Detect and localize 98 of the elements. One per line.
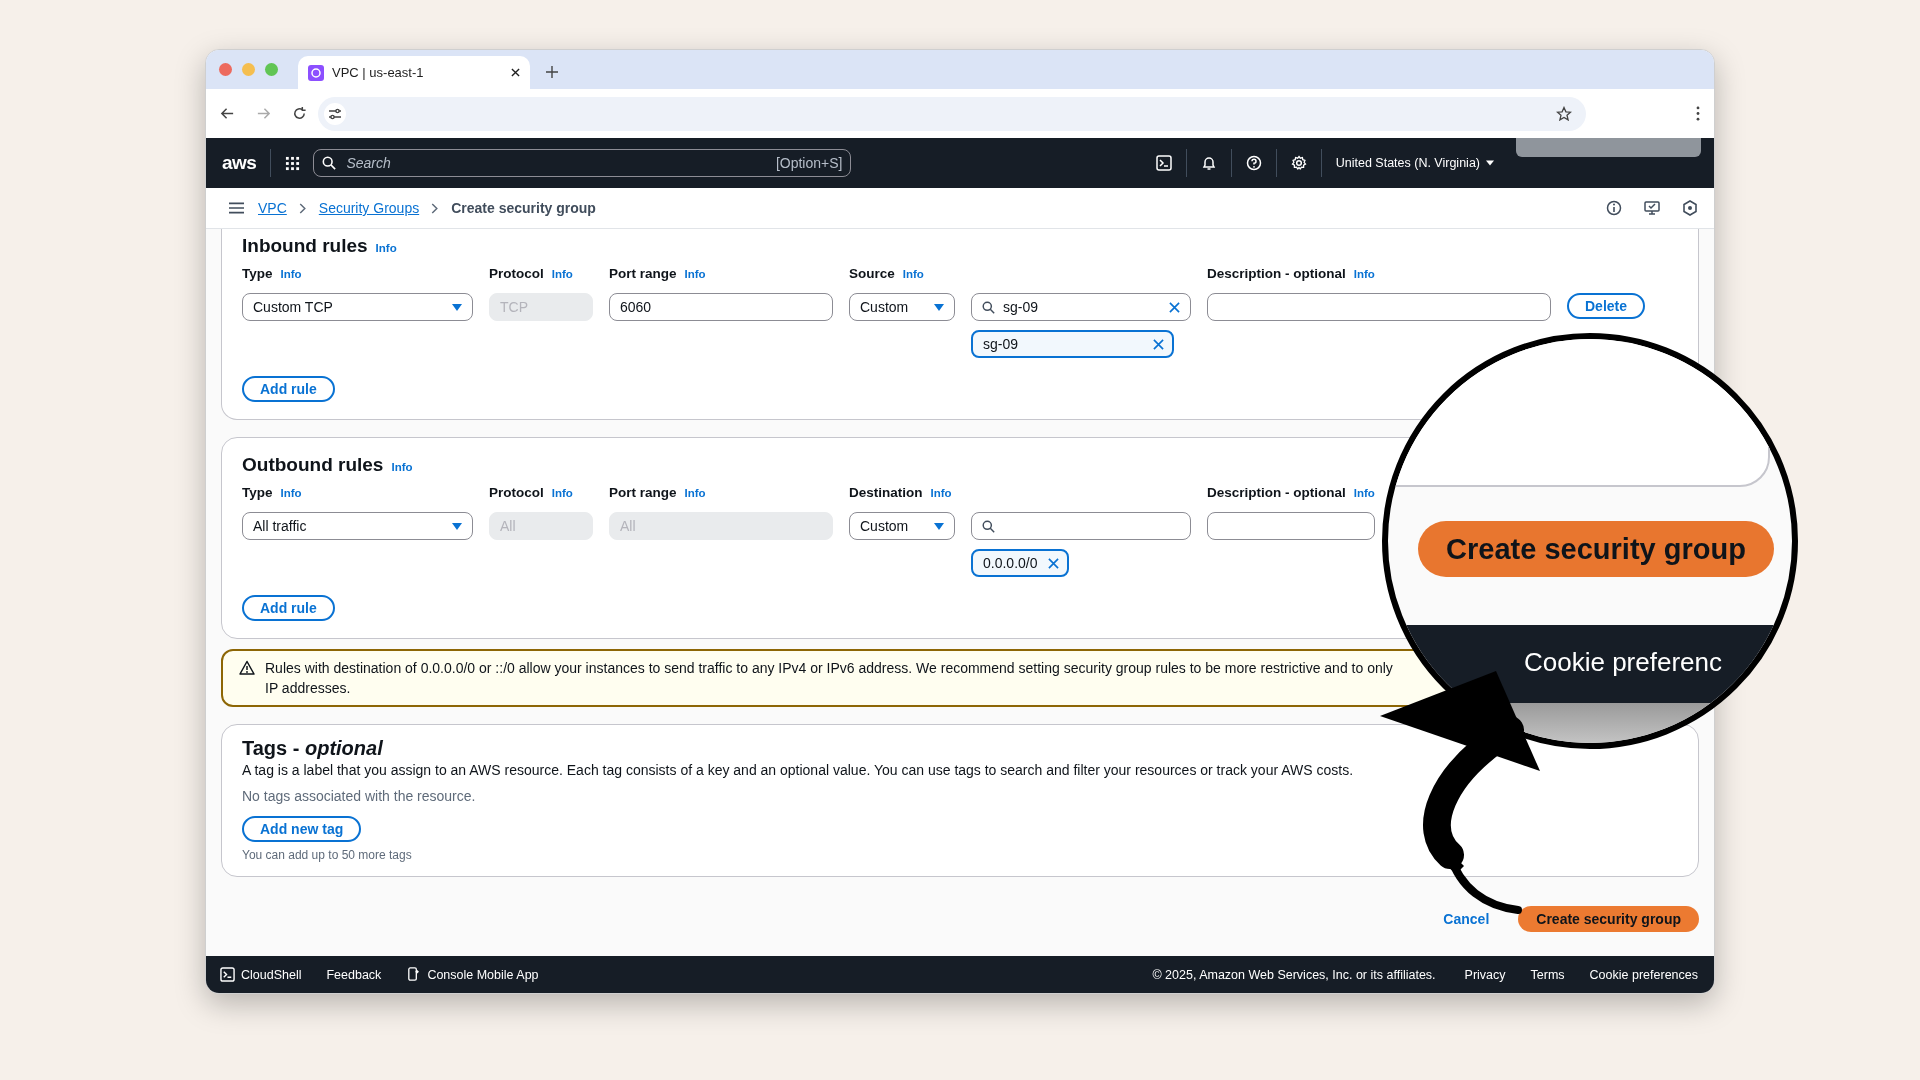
search-input[interactable]: Search — [344, 154, 776, 172]
create-button[interactable]: Create security group — [1518, 906, 1699, 932]
footer-link[interactable]: Cookie preferences — [1589, 967, 1698, 982]
section-title: Inbound rules — [242, 235, 368, 257]
help-icon[interactable] — [1245, 155, 1262, 171]
search-icon — [982, 519, 995, 533]
column-label: Description - optional — [1207, 266, 1346, 281]
info-link[interactable]: Info — [1353, 268, 1375, 280]
menu-icon[interactable] — [229, 202, 244, 214]
column-label: Destination — [849, 485, 923, 500]
warning-text: Rules with destination of 0.0.0.0/0 or ::/0 allow your instances to send traffic to any IPv4 or IPv6 address. We recommend setting security group rules to be more restrictive and to only — [265, 659, 1393, 678]
empty-state-text: No tags associated with the resource. — [242, 788, 476, 804]
footer-link[interactable]: Terms — [1530, 967, 1565, 982]
reload-icon[interactable] — [292, 106, 307, 121]
caret-icon — [452, 522, 462, 530]
column-label: Source — [849, 266, 895, 281]
column-label: Port range — [609, 485, 677, 500]
search-field[interactable]: sg-09 — [971, 293, 1191, 321]
clear-icon[interactable] — [1169, 301, 1180, 313]
token-label: sg-09 — [983, 336, 1019, 352]
column-label: Type — [242, 266, 273, 281]
delete-button[interactable]: Delete — [1567, 293, 1646, 319]
info-link[interactable]: Info — [280, 487, 302, 499]
info-link[interactable]: Info — [930, 487, 952, 499]
bookmark-star-icon[interactable] — [1556, 105, 1572, 122]
footer-link[interactable]: CloudShell — [241, 967, 302, 982]
search-bar[interactable]: Search [Option+S] — [313, 149, 852, 177]
footer-link[interactable]: Privacy — [1464, 967, 1506, 982]
caret-icon — [934, 303, 944, 311]
column-label: Type — [242, 485, 273, 500]
phone-icon — [406, 967, 422, 982]
caret-icon — [934, 522, 944, 530]
vpc-favicon-icon — [308, 64, 324, 81]
source-select[interactable]: Custom — [849, 512, 955, 540]
search-icon — [982, 300, 995, 314]
info-link[interactable]: Info — [902, 268, 924, 280]
address-field[interactable] — [318, 96, 1586, 131]
notifications-icon[interactable] — [1200, 155, 1217, 171]
search-icon — [322, 156, 337, 170]
section-title: Tags - optional — [242, 737, 383, 760]
add-tag-button[interactable]: Add new tag — [242, 816, 362, 842]
source-select[interactable]: Custom — [849, 293, 955, 321]
description-field[interactable] — [1207, 293, 1551, 321]
section-title: Outbound rules — [242, 454, 384, 476]
info-icon[interactable] — [1606, 200, 1622, 216]
caret-icon — [452, 303, 462, 311]
column-label: Protocol — [489, 485, 544, 500]
column-label: Port range — [609, 266, 677, 281]
chevron-icon — [431, 202, 440, 214]
warning-text: IP addresses. — [265, 679, 352, 698]
browser-tab[interactable]: VPC | us-east-1 — [298, 56, 530, 89]
info-link[interactable]: Info — [280, 268, 302, 280]
type-select[interactable]: All traffic — [242, 512, 473, 540]
info-link[interactable]: Info — [551, 268, 573, 280]
add-rule-button[interactable]: Add rule — [242, 376, 335, 402]
browser-menu-icon[interactable] — [1696, 106, 1700, 121]
breadcrumb-link[interactable]: VPC — [258, 200, 287, 216]
aws-logo[interactable]: aws — [222, 152, 257, 174]
remove-icon[interactable] — [1047, 557, 1059, 569]
shortcut-hint: [Option+S] — [775, 155, 843, 171]
terminal-icon[interactable] — [1155, 155, 1172, 171]
column-label: Description - optional — [1207, 485, 1346, 500]
warning-icon — [239, 660, 255, 676]
type-select[interactable]: Custom TCP — [242, 293, 473, 321]
region-selector[interactable]: United States (N. Virginia) — [1335, 156, 1480, 170]
back-icon[interactable] — [220, 106, 235, 121]
chevron-icon — [298, 202, 307, 214]
search-field[interactable] — [971, 512, 1191, 540]
info-link[interactable]: Info — [551, 487, 573, 499]
footer-link[interactable]: Console Mobile App — [427, 967, 539, 982]
info-link[interactable]: Info — [684, 487, 706, 499]
cancel-button[interactable]: Cancel — [1443, 911, 1490, 927]
port-range-field[interactable]: 6060 — [609, 293, 833, 321]
column-label: Protocol — [489, 266, 544, 281]
token-label: 0.0.0.0/0 — [983, 555, 1038, 571]
magnified-footer-text: Cookie preferenc — [1524, 647, 1722, 678]
info-link[interactable]: Info — [375, 242, 397, 254]
description-field[interactable] — [1207, 512, 1375, 540]
info-link[interactable]: Info — [1353, 487, 1375, 499]
tags-description: A tag is a label that you assign to an AWS resource. Each tag consists of a key and an optional value. You can use tags to search and filter your resources or track your AWS costs. — [242, 762, 1354, 778]
new-tab-icon[interactable] — [546, 66, 558, 78]
monitor-icon[interactable] — [1644, 200, 1660, 216]
hint-text: You can add up to 50 more tags — [242, 848, 412, 862]
breadcrumb-link[interactable]: Security Groups — [318, 200, 420, 216]
services-grid-icon[interactable] — [285, 155, 301, 171]
copyright-text: © 2025, Amazon Web Services, Inc. or its affiliates. — [1152, 967, 1436, 982]
add-rule-button[interactable]: Add rule — [242, 595, 335, 621]
breadcrumb-current: Create security group — [451, 200, 596, 216]
info-link[interactable]: Info — [684, 268, 706, 280]
site-settings-icon[interactable] — [324, 102, 346, 125]
close-tab-icon[interactable] — [511, 68, 520, 77]
settings-icon[interactable] — [1290, 155, 1307, 171]
remove-icon[interactable] — [1153, 338, 1164, 350]
info-link[interactable]: Info — [391, 461, 413, 473]
terminal-icon — [220, 967, 235, 982]
footer-link[interactable]: Feedback — [326, 967, 382, 982]
caret-icon — [1486, 160, 1494, 166]
hexagon-icon[interactable] — [1682, 200, 1698, 216]
